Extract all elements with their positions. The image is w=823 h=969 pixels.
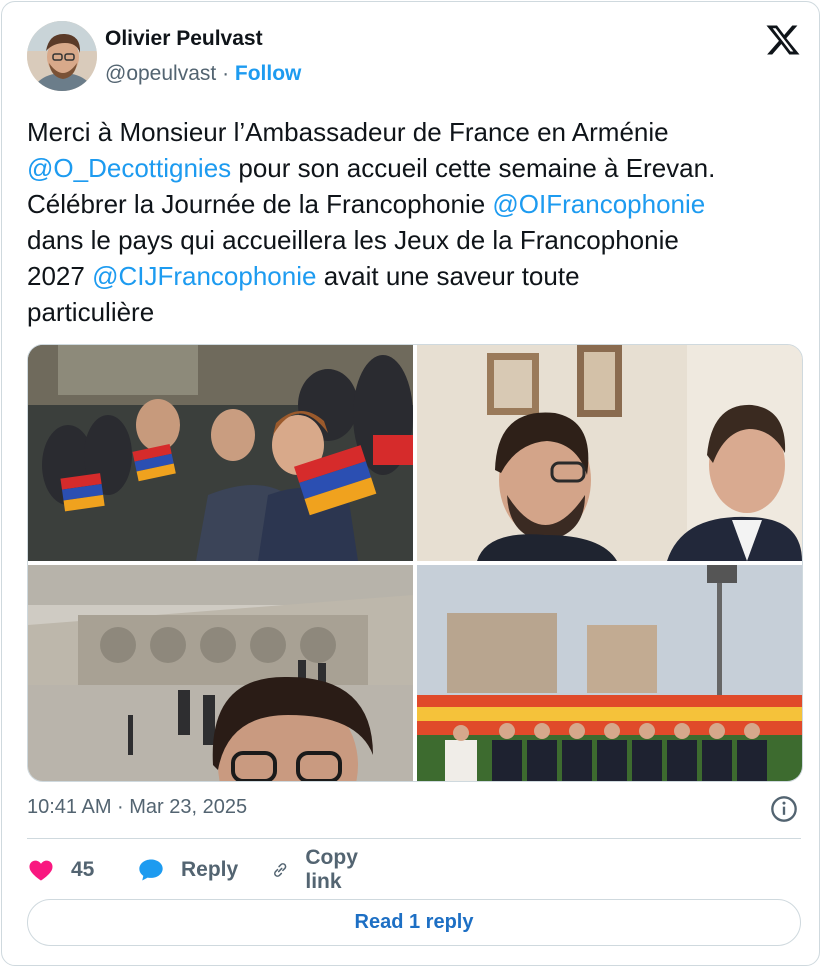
reply-bubble-icon xyxy=(139,859,163,881)
like-count: 45 xyxy=(71,858,95,881)
photo-men-at-meeting[interactable] xyxy=(417,345,802,561)
mention-link[interactable]: @OIFrancophonie xyxy=(492,189,705,219)
photo-stadium-group[interactable] xyxy=(417,565,802,781)
divider xyxy=(27,838,801,839)
heart-icon xyxy=(29,860,53,881)
like-button[interactable]: 45 xyxy=(27,852,94,888)
tweet-card: Olivier Peulvast @opeulvast · Follow Mer… xyxy=(1,1,820,966)
x-logo-icon[interactable] xyxy=(765,22,801,58)
info-icon[interactable] xyxy=(770,795,798,823)
avatar[interactable] xyxy=(27,21,97,91)
author-name[interactable]: Olivier Peulvast xyxy=(105,27,263,51)
author-handle-row: @opeulvast · Follow xyxy=(105,62,301,86)
link-icon xyxy=(274,863,287,877)
mention-link[interactable]: @CIJFrancophonie xyxy=(92,261,316,291)
follow-button[interactable]: Follow xyxy=(235,62,302,85)
timestamp[interactable]: 10:41 AM · Mar 23, 2025 xyxy=(27,796,247,819)
reply-button[interactable]: Reply xyxy=(137,852,238,888)
media-grid xyxy=(27,344,803,782)
copy-link-label: Copy link xyxy=(305,846,358,893)
mention-link[interactable]: @O_Decottignies xyxy=(27,153,231,183)
photo-stadium-crowd-flags[interactable] xyxy=(28,345,413,561)
copy-link-button[interactable]: Copy link xyxy=(271,846,368,893)
separator: · xyxy=(222,62,230,85)
author-handle[interactable]: @opeulvast xyxy=(105,62,216,85)
photo-cascade-selfie[interactable] xyxy=(28,565,413,781)
tweet-text: Merci à Monsieur l’Ambassadeur de France… xyxy=(27,114,807,330)
reply-label: Reply xyxy=(181,858,239,881)
read-replies-button[interactable]: Read 1 reply xyxy=(27,899,801,946)
tweet-text-segment: Merci à Monsieur l’Ambassadeur de France… xyxy=(27,117,669,147)
